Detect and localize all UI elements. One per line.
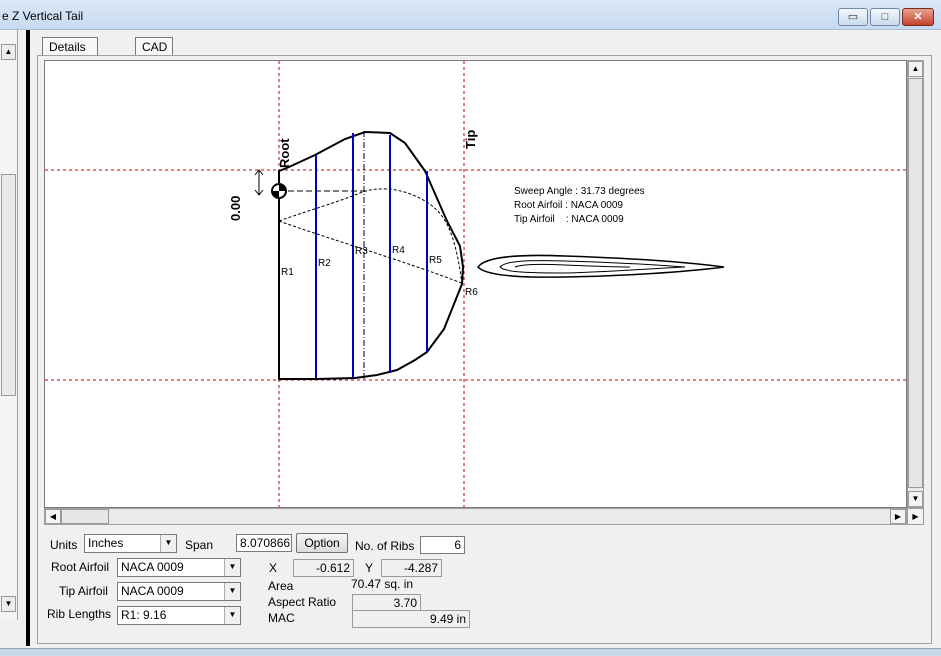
root-airfoil-select[interactable]: NACA 0009 ▼ xyxy=(117,558,241,577)
y-value: -4.287 xyxy=(381,559,442,577)
units-select[interactable]: Inches ▼ xyxy=(84,534,177,553)
offset-arrow-icon xyxy=(254,169,264,196)
sweep-angle-text: Sweep Angle : 31.73 degrees xyxy=(514,186,645,197)
close-icon: ✕ xyxy=(913,11,923,23)
tab-details[interactable]: Details xyxy=(42,37,98,57)
max-thickness-line xyxy=(278,188,463,285)
rib-label-r1: R1 xyxy=(281,267,294,278)
rib-label-r5: R5 xyxy=(429,255,442,266)
mac-label: MAC xyxy=(268,611,295,625)
rib-lengths-label: Rib Lengths xyxy=(47,607,112,621)
area-value: 70.47 sq. in xyxy=(351,577,414,591)
root-airfoil-label: Root Airfoil xyxy=(51,560,110,574)
span-input[interactable]: 8.070866 xyxy=(236,534,292,552)
mac-value: 9.49 in xyxy=(352,610,470,628)
airfoil-section xyxy=(477,254,725,278)
scroll-down-icon[interactable]: ▼ xyxy=(908,491,923,507)
close-button[interactable]: ✕ xyxy=(902,8,934,26)
tip-airfoil-text: Tip Airfoil : NACA 0009 xyxy=(514,214,624,225)
title-bar: e Z Vertical Tail ▭ □ ✕ xyxy=(0,0,941,30)
rib-label-r6: R6 xyxy=(465,287,478,298)
maximize-icon: □ xyxy=(881,11,889,23)
vertical-scroll-thumb[interactable] xyxy=(908,78,923,488)
num-ribs-label: No. of Ribs xyxy=(355,539,415,553)
y-label: Y xyxy=(365,561,374,575)
root-airfoil-value: NACA 0009 xyxy=(121,560,184,574)
cg-marker-icon[interactable] xyxy=(271,183,287,199)
chevron-down-icon[interactable]: ▼ xyxy=(224,607,240,624)
tip-airfoil-value: NACA 0009 xyxy=(121,584,184,598)
tip-airfoil-select[interactable]: NACA 0009 ▼ xyxy=(117,582,241,601)
horizontal-scrollbar[interactable]: ◀ ▶ xyxy=(44,508,907,525)
tail-drawing-canvas[interactable]: Root Tip 0.00 R1 R2 R3 R4 R5 R6 Sweep An… xyxy=(44,60,907,508)
tab-cad[interactable]: CAD xyxy=(135,37,173,57)
tip-airfoil-label: Tip Airfoil xyxy=(59,584,108,598)
area-label: Area xyxy=(268,579,294,593)
scroll-up-icon[interactable]: ▲ xyxy=(908,61,923,77)
horizontal-scroll-thumb[interactable] xyxy=(61,509,109,524)
minimize-button[interactable]: ▭ xyxy=(838,8,868,26)
rib-label-r2: R2 xyxy=(318,258,331,269)
tail-drawing: Root Tip 0.00 R1 R2 R3 R4 R5 R6 Sweep An… xyxy=(45,61,906,507)
units-value: Inches xyxy=(88,536,124,550)
chevron-down-icon[interactable]: ▼ xyxy=(224,583,240,600)
units-label: Units xyxy=(50,538,78,552)
rib-label-r3: R3 xyxy=(355,246,368,257)
num-ribs-input[interactable]: 6 xyxy=(420,536,465,554)
vertical-scrollbar[interactable]: ▲ ▼ xyxy=(907,60,924,508)
chevron-down-icon[interactable]: ▼ xyxy=(160,535,176,552)
reference-lines xyxy=(45,61,906,507)
scroll-down-icon[interactable]: ▼ xyxy=(1,596,16,612)
status-strip xyxy=(0,648,941,656)
rib-label-r4: R4 xyxy=(392,245,405,256)
span-label: Span xyxy=(185,538,214,552)
rib-lengths-select[interactable]: R1: 9.16 ▼ xyxy=(117,606,241,625)
left-scrollbar[interactable]: ▲ ▼ xyxy=(0,30,18,620)
x-label: X xyxy=(269,561,278,575)
minimize-icon: ▭ xyxy=(847,11,859,23)
maximize-button[interactable]: □ xyxy=(870,8,900,26)
scroll-thumb[interactable] xyxy=(1,174,16,396)
x-value: -0.612 xyxy=(293,559,354,577)
root-label: Root xyxy=(277,138,292,168)
quarter-chord-line xyxy=(278,220,465,285)
scroll-right-icon[interactable]: ▶ xyxy=(890,509,906,524)
window-title: e Z Vertical Tail xyxy=(2,9,84,23)
scroll-right-end-icon[interactable]: ▶ xyxy=(907,508,924,525)
option-button[interactable]: Option xyxy=(296,533,348,553)
root-airfoil-text: Root Airfoil : NACA 0009 xyxy=(514,200,623,211)
tip-label: Tip xyxy=(463,130,478,149)
offset-value: 0.00 xyxy=(228,196,243,221)
aspect-ratio-label: Aspect Ratio xyxy=(268,595,337,609)
chevron-down-icon[interactable]: ▼ xyxy=(224,559,240,576)
scroll-up-icon[interactable]: ▲ xyxy=(1,44,16,60)
splitter[interactable] xyxy=(26,30,30,646)
scroll-left-icon[interactable]: ◀ xyxy=(45,509,61,524)
rib-lengths-value: R1: 9.16 xyxy=(121,608,167,622)
